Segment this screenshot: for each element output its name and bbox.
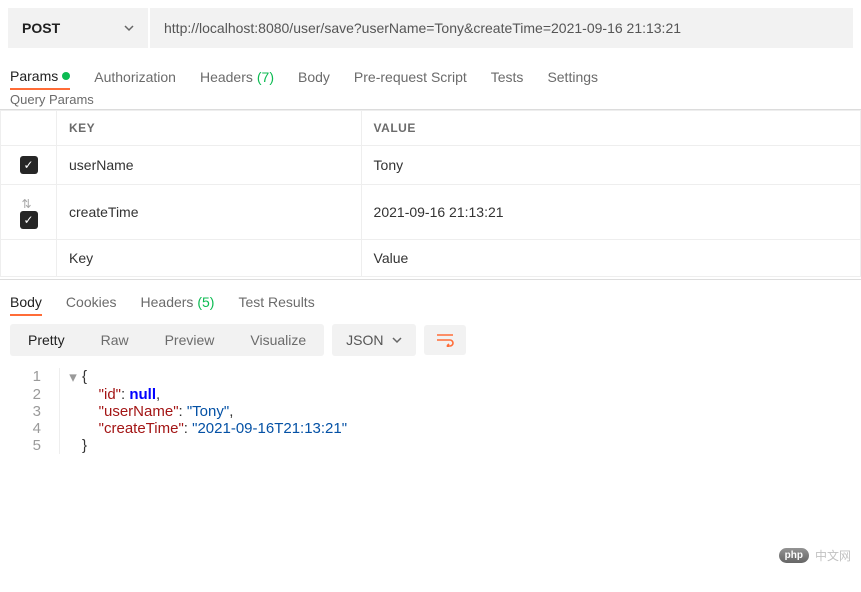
- tab-prerequest[interactable]: Pre-request Script: [354, 65, 467, 89]
- param-value-placeholder[interactable]: Value: [361, 240, 860, 277]
- col-value-header: VALUE: [361, 111, 860, 146]
- view-pretty-button[interactable]: Pretty: [10, 324, 83, 356]
- request-tabs: Params Authorization Headers (7) Body Pr…: [0, 56, 861, 90]
- watermark: php 中文网: [779, 547, 851, 564]
- tab-settings[interactable]: Settings: [547, 65, 598, 89]
- status-dot-icon: [62, 72, 70, 80]
- resp-tab-headers[interactable]: Headers (5): [141, 290, 215, 316]
- param-value-cell[interactable]: Tony: [361, 146, 860, 185]
- response-tabs: Body Cookies Headers (5) Test Results: [0, 279, 861, 316]
- table-row: ⇅ ✓ createTime 2021-09-16 21:13:21: [1, 185, 861, 240]
- check-icon: ✓: [23, 213, 33, 227]
- view-mode-group: Pretty Raw Preview Visualize: [10, 324, 324, 356]
- view-raw-button[interactable]: Raw: [83, 324, 147, 356]
- resp-tab-cookies[interactable]: Cookies: [66, 290, 117, 316]
- row-checkbox[interactable]: ✓: [20, 156, 38, 174]
- code-line: 4 "createTime": "2021-09-16T21:13:21": [0, 420, 861, 437]
- url-input[interactable]: [150, 8, 853, 48]
- http-method-label: POST: [22, 20, 60, 36]
- tab-headers[interactable]: Headers (7): [200, 65, 274, 89]
- language-select[interactable]: JSON: [332, 324, 415, 356]
- row-checkbox[interactable]: ✓: [20, 211, 38, 229]
- param-value-cell[interactable]: 2021-09-16 21:13:21: [361, 185, 860, 240]
- tab-authorization[interactable]: Authorization: [94, 65, 176, 89]
- chevron-down-icon: [124, 23, 134, 33]
- drag-handle-icon[interactable]: ⇅: [21, 197, 35, 211]
- param-key-placeholder[interactable]: Key: [57, 240, 362, 277]
- resp-tab-body[interactable]: Body: [10, 290, 42, 316]
- watermark-badge: php: [779, 548, 809, 563]
- http-method-select[interactable]: POST: [8, 8, 148, 48]
- code-line: 5}: [0, 437, 861, 454]
- param-key-cell[interactable]: userName: [57, 146, 362, 185]
- resp-tab-test-results[interactable]: Test Results: [238, 290, 314, 316]
- view-visualize-button[interactable]: Visualize: [232, 324, 324, 356]
- view-preview-button[interactable]: Preview: [147, 324, 233, 356]
- code-line: 2 "id": null,: [0, 386, 861, 403]
- tab-body[interactable]: Body: [298, 65, 330, 89]
- tab-params[interactable]: Params: [10, 64, 70, 90]
- col-checkbox: [1, 111, 57, 146]
- col-key-header: KEY: [57, 111, 362, 146]
- response-body[interactable]: 1▾{2 "id": null,3 "userName": "Tony",4 "…: [0, 364, 861, 464]
- chevron-down-icon: [392, 335, 402, 345]
- query-params-table: KEY VALUE ✓ userName Tony ⇅ ✓ createTime…: [0, 110, 861, 277]
- wrap-icon: [436, 333, 454, 347]
- check-icon: ✓: [23, 158, 33, 172]
- tab-tests[interactable]: Tests: [491, 65, 524, 89]
- wrap-lines-button[interactable]: [424, 325, 466, 355]
- table-row: ✓ userName Tony: [1, 146, 861, 185]
- table-row-new: Key Value: [1, 240, 861, 277]
- watermark-text: 中文网: [815, 547, 851, 564]
- param-key-cell[interactable]: createTime: [57, 185, 362, 240]
- query-params-label: Query Params: [0, 90, 861, 110]
- code-line: 1▾{: [0, 368, 861, 386]
- response-view-bar: Pretty Raw Preview Visualize JSON: [0, 316, 861, 364]
- code-line: 3 "userName": "Tony",: [0, 403, 861, 420]
